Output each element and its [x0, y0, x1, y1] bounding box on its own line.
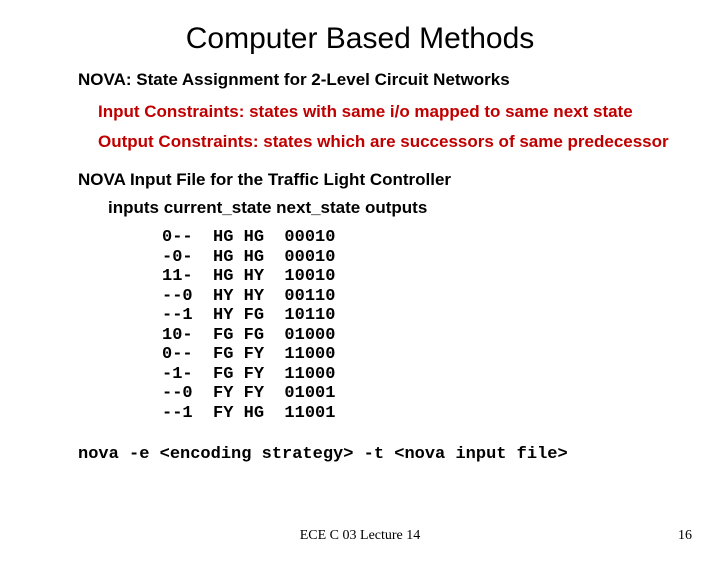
slide-subtitle: NOVA: State Assignment for 2-Level Circu…: [78, 70, 720, 90]
output-constraints-text: Output Constraints: states which are suc…: [98, 132, 720, 152]
table-header: inputs current_state next_state outputs: [108, 198, 720, 218]
section-label: NOVA Input File for the Traffic Light Co…: [78, 170, 720, 190]
footer-page-number: 16: [678, 528, 692, 544]
state-table-data: 0-- HG HG 00010 -0- HG HG 00010 11- HG H…: [162, 228, 720, 423]
slide-title: Computer Based Methods: [0, 22, 720, 56]
input-constraints-text: Input Constraints: states with same i/o …: [98, 102, 720, 122]
nova-command-line: nova -e <encoding strategy> -t <nova inp…: [78, 445, 720, 464]
footer-lecture-label: ECE C 03 Lecture 14: [0, 528, 720, 544]
